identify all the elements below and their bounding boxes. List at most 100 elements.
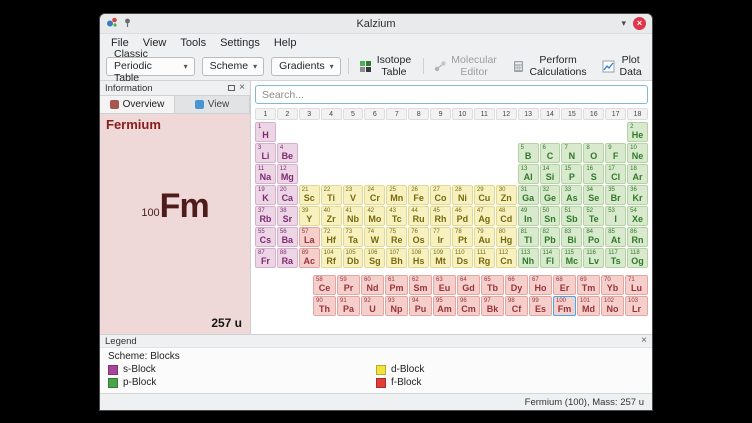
element-S[interactable]: 16S: [583, 164, 604, 184]
element-Pu[interactable]: 94Pu: [409, 296, 432, 316]
close-button[interactable]: ×: [633, 17, 646, 30]
menu-tools[interactable]: Tools: [173, 36, 213, 50]
element-Fe[interactable]: 26Fe: [408, 185, 429, 205]
search-input[interactable]: [255, 85, 648, 104]
element-Ni[interactable]: 28Ni: [452, 185, 473, 205]
element-N[interactable]: 7N: [561, 143, 582, 163]
tab-view[interactable]: View: [175, 96, 250, 113]
element-Lv[interactable]: 116Lv: [583, 248, 604, 268]
element-Fl[interactable]: 114Fl: [540, 248, 561, 268]
element-Zr[interactable]: 40Zr: [321, 206, 342, 226]
element-Rh[interactable]: 45Rh: [430, 206, 451, 226]
element-Au[interactable]: 79Au: [474, 227, 495, 247]
element-Zn[interactable]: 30Zn: [496, 185, 517, 205]
element-Sb[interactable]: 51Sb: [561, 206, 582, 226]
tab-overview[interactable]: Overview: [100, 96, 175, 113]
element-V[interactable]: 23V: [343, 185, 364, 205]
element-Ag[interactable]: 47Ag: [474, 206, 495, 226]
element-Bi[interactable]: 83Bi: [561, 227, 582, 247]
element-Na[interactable]: 11Na: [255, 164, 276, 184]
element-Sg[interactable]: 106Sg: [364, 248, 385, 268]
element-Al[interactable]: 13Al: [518, 164, 539, 184]
element-Rb[interactable]: 37Rb: [255, 206, 276, 226]
element-Pt[interactable]: 78Pt: [452, 227, 473, 247]
element-Mt[interactable]: 109Mt: [430, 248, 451, 268]
legend-close-icon[interactable]: ×: [641, 336, 647, 346]
element-O[interactable]: 8O: [583, 143, 604, 163]
element-Re[interactable]: 75Re: [386, 227, 407, 247]
element-Co[interactable]: 27Co: [430, 185, 451, 205]
element-Cr[interactable]: 24Cr: [364, 185, 385, 205]
element-La[interactable]: 57La: [299, 227, 320, 247]
element-Dy[interactable]: 66Dy: [505, 275, 528, 295]
element-W[interactable]: 74W: [364, 227, 385, 247]
element-Eu[interactable]: 63Eu: [433, 275, 456, 295]
element-Kr[interactable]: 36Kr: [627, 185, 648, 205]
element-Cu[interactable]: 29Cu: [474, 185, 495, 205]
element-No[interactable]: 102No: [601, 296, 624, 316]
element-Pr[interactable]: 59Pr: [337, 275, 360, 295]
element-Th[interactable]: 90Th: [313, 296, 336, 316]
dock-close-icon[interactable]: ×: [239, 83, 245, 93]
element-Pd[interactable]: 46Pd: [452, 206, 473, 226]
pin-icon[interactable]: [122, 15, 133, 33]
element-Pa[interactable]: 91Pa: [337, 296, 360, 316]
scheme-select[interactable]: Scheme ▾: [202, 57, 265, 76]
element-I[interactable]: 53I: [605, 206, 626, 226]
element-Fr[interactable]: 87Fr: [255, 248, 276, 268]
element-H[interactable]: 1H: [255, 122, 276, 142]
element-Hs[interactable]: 108Hs: [408, 248, 429, 268]
perform-calculations-button[interactable]: Perform Calculations: [508, 52, 591, 80]
element-Hg[interactable]: 80Hg: [496, 227, 517, 247]
element-Ca[interactable]: 20Ca: [277, 185, 298, 205]
element-Mg[interactable]: 12Mg: [277, 164, 298, 184]
menu-settings[interactable]: Settings: [213, 36, 267, 50]
element-Am[interactable]: 95Am: [433, 296, 456, 316]
element-Ne[interactable]: 10Ne: [627, 143, 648, 163]
table-type-select[interactable]: Classic Periodic Table ▾: [106, 57, 195, 76]
element-Tb[interactable]: 65Tb: [481, 275, 504, 295]
element-Sn[interactable]: 50Sn: [540, 206, 561, 226]
element-Hf[interactable]: 72Hf: [321, 227, 342, 247]
menu-help[interactable]: Help: [267, 36, 304, 50]
element-Cl[interactable]: 17Cl: [605, 164, 626, 184]
element-At[interactable]: 85At: [605, 227, 626, 247]
element-Ir[interactable]: 77Ir: [430, 227, 451, 247]
element-Ta[interactable]: 73Ta: [343, 227, 364, 247]
isotope-table-button[interactable]: Isotope Table: [355, 52, 415, 80]
element-U[interactable]: 92U: [361, 296, 384, 316]
element-Pb[interactable]: 82Pb: [540, 227, 561, 247]
float-dock-icon[interactable]: [228, 85, 235, 91]
element-Cm[interactable]: 96Cm: [457, 296, 480, 316]
element-Be[interactable]: 4Be: [277, 143, 298, 163]
element-Bk[interactable]: 97Bk: [481, 296, 504, 316]
element-Np[interactable]: 93Np: [385, 296, 408, 316]
element-Cf[interactable]: 98Cf: [505, 296, 528, 316]
element-Ho[interactable]: 67Ho: [529, 275, 552, 295]
element-P[interactable]: 15P: [561, 164, 582, 184]
element-Os[interactable]: 76Os: [408, 227, 429, 247]
element-Xe[interactable]: 54Xe: [627, 206, 648, 226]
element-Rg[interactable]: 111Rg: [474, 248, 495, 268]
element-Ra[interactable]: 88Ra: [277, 248, 298, 268]
element-Cs[interactable]: 55Cs: [255, 227, 276, 247]
element-Mn[interactable]: 25Mn: [386, 185, 407, 205]
element-Ds[interactable]: 110Ds: [452, 248, 473, 268]
plot-data-button[interactable]: Plot Data: [598, 52, 646, 80]
element-Rn[interactable]: 86Rn: [627, 227, 648, 247]
element-Ga[interactable]: 31Ga: [518, 185, 539, 205]
element-Mo[interactable]: 42Mo: [364, 206, 385, 226]
element-Lr[interactable]: 103Lr: [625, 296, 648, 316]
element-Ba[interactable]: 56Ba: [277, 227, 298, 247]
element-Es[interactable]: 99Es: [529, 296, 552, 316]
element-Pm[interactable]: 61Pm: [385, 275, 408, 295]
element-Db[interactable]: 105Db: [343, 248, 364, 268]
element-Se[interactable]: 34Se: [583, 185, 604, 205]
shade-button[interactable]: ▾: [621, 17, 626, 30]
element-B[interactable]: 5B: [518, 143, 539, 163]
element-Lu[interactable]: 71Lu: [625, 275, 648, 295]
element-Nd[interactable]: 60Nd: [361, 275, 384, 295]
element-Nh[interactable]: 113Nh: [518, 248, 539, 268]
element-Sr[interactable]: 38Sr: [277, 206, 298, 226]
element-Ru[interactable]: 44Ru: [408, 206, 429, 226]
